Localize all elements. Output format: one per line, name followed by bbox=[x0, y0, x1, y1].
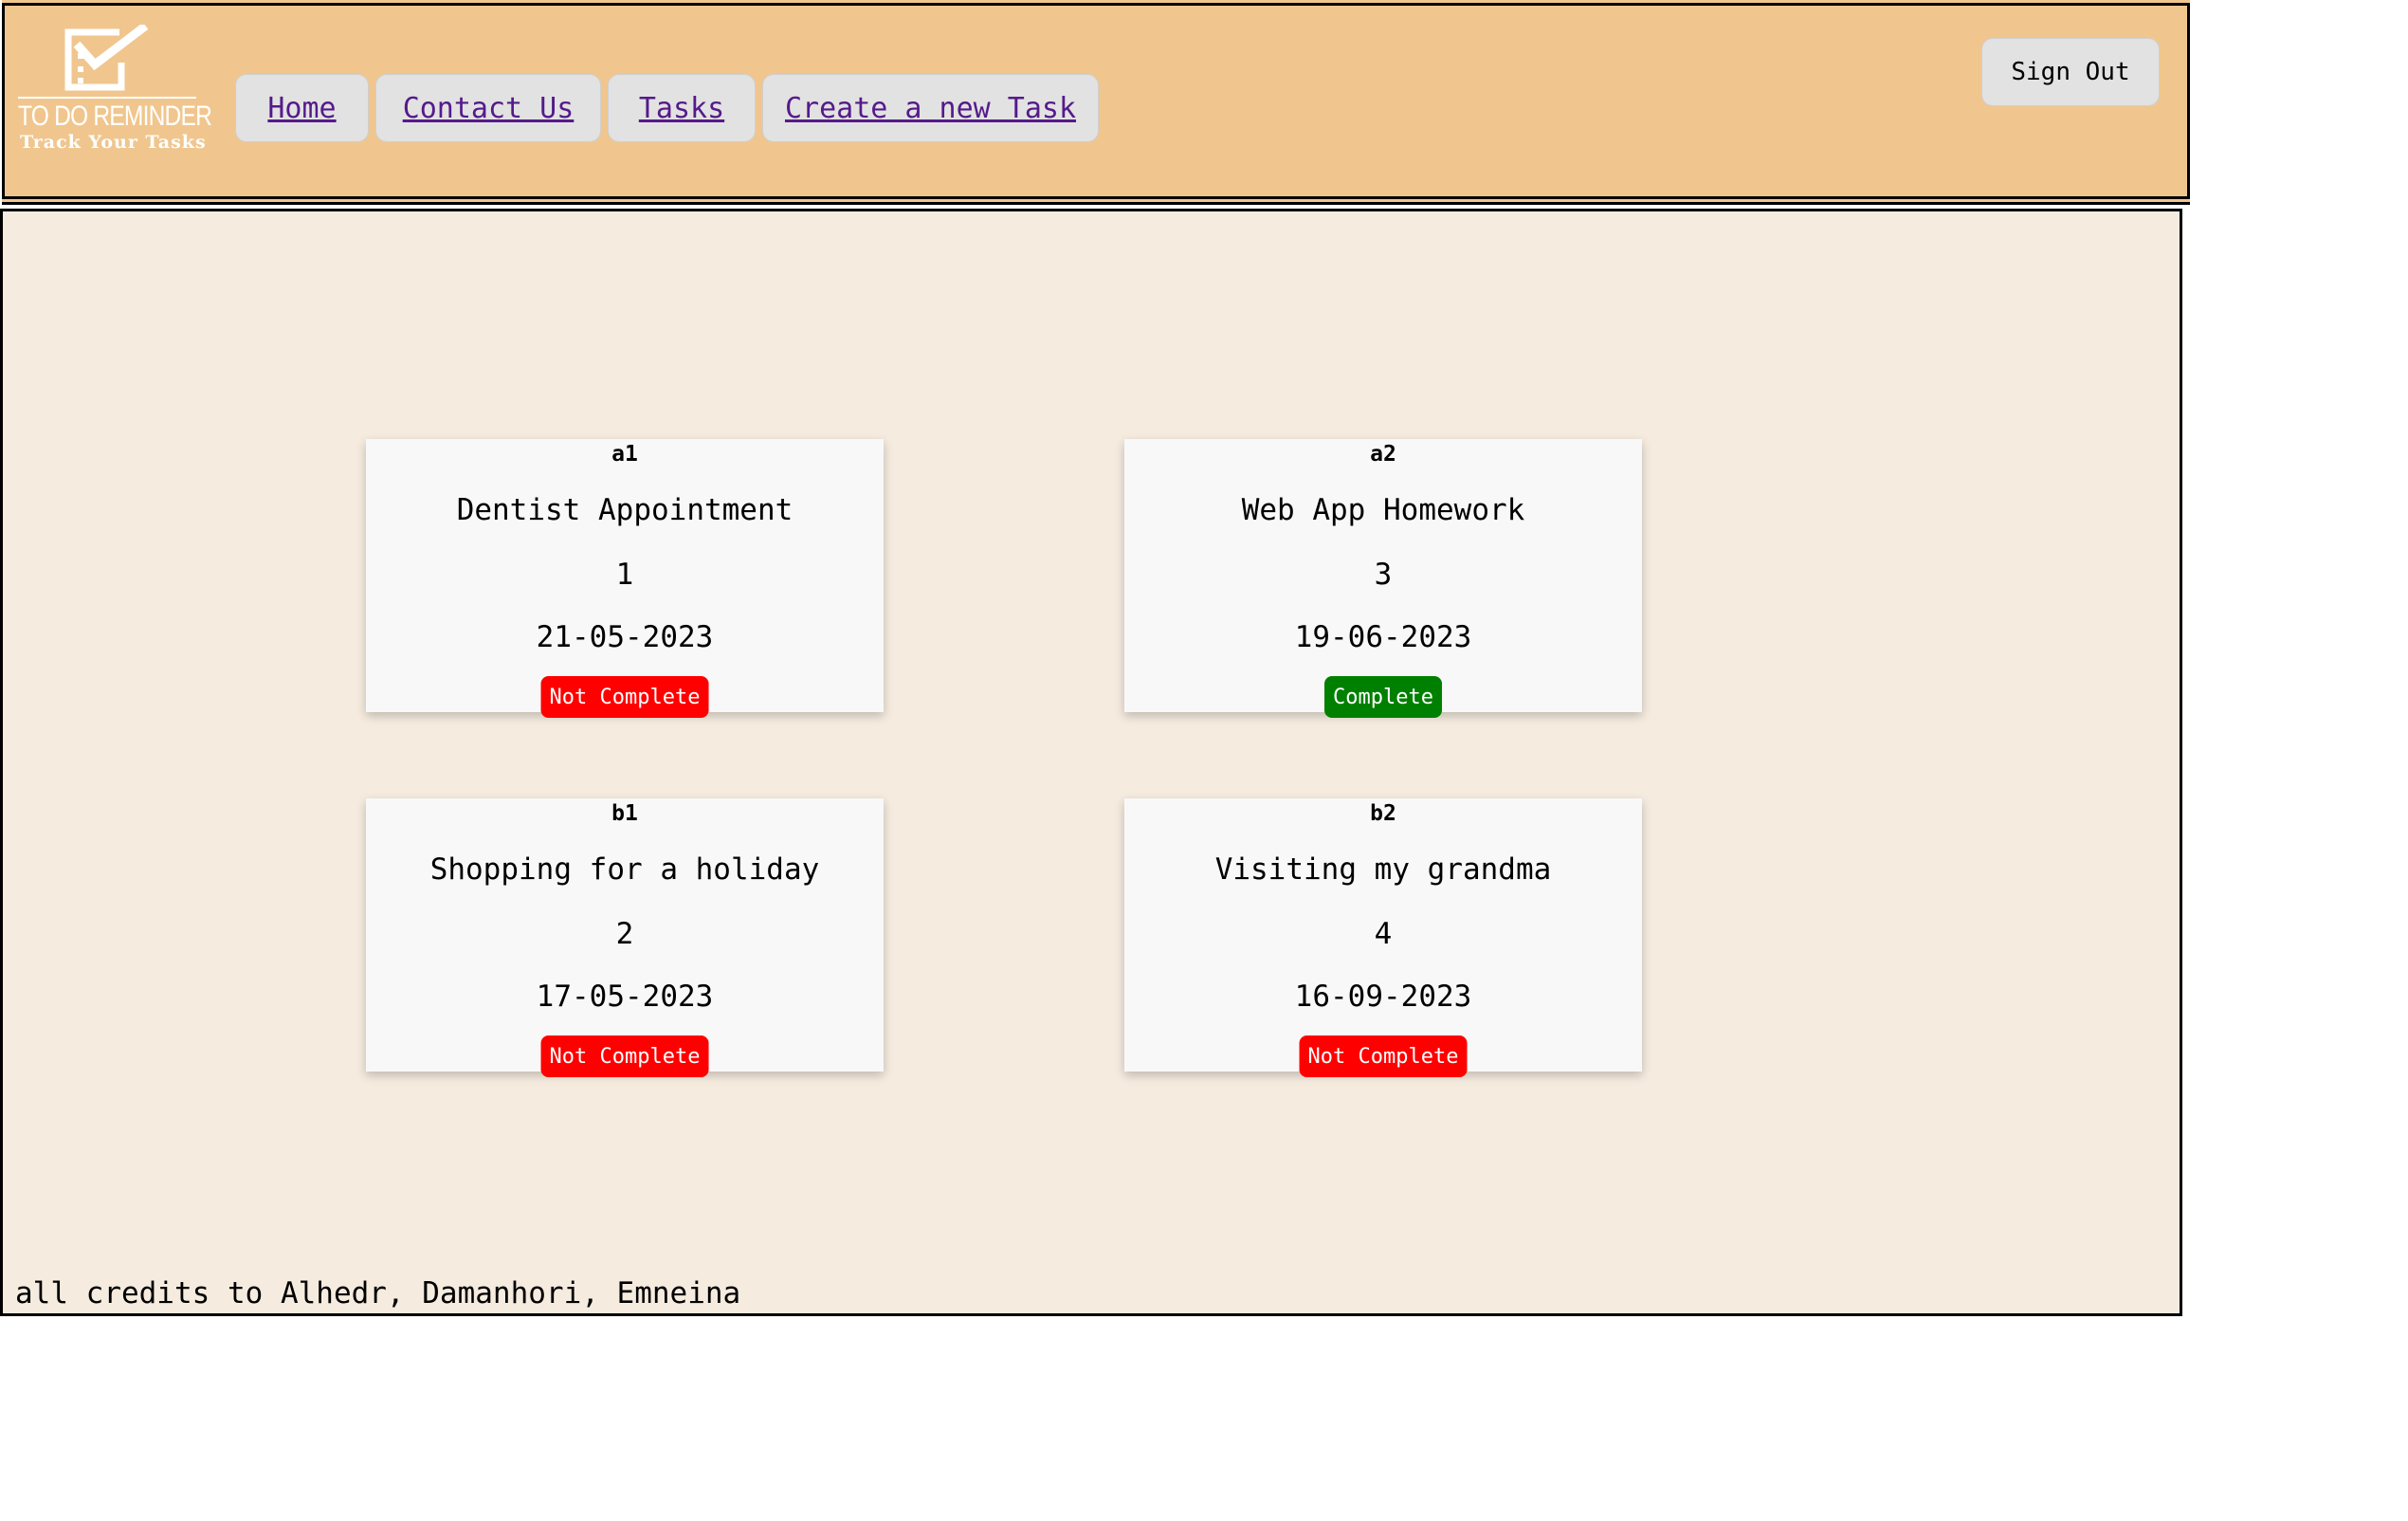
nav-link-home[interactable]: Home bbox=[235, 74, 369, 142]
brand-title: TO DO REMINDER bbox=[18, 101, 212, 132]
status-badge: Not Complete bbox=[540, 1035, 709, 1077]
nav-link-contact-us[interactable]: Contact Us bbox=[375, 74, 601, 142]
task-title: Shopping for a holiday bbox=[429, 852, 820, 887]
task-priority: 3 bbox=[1374, 558, 1393, 592]
task-card[interactable]: b2 Visiting my grandma 4 16-09-2023 Not … bbox=[1124, 798, 1642, 1077]
status-badge: Complete bbox=[1324, 676, 1442, 718]
task-code: b1 bbox=[611, 801, 638, 826]
logo-divider bbox=[18, 97, 196, 99]
site-header: TO DO REMINDER Track Your Tasks Home Con… bbox=[2, 3, 2190, 199]
task-priority: 4 bbox=[1374, 917, 1393, 951]
task-priority: 1 bbox=[615, 558, 634, 592]
task-card[interactable]: a1 Dentist Appointment 1 21-05-2023 Not … bbox=[366, 439, 884, 718]
status-badge: Not Complete bbox=[540, 676, 709, 718]
sign-out-button[interactable]: Sign Out bbox=[1981, 38, 2160, 106]
nav-link-create-task[interactable]: Create a new Task bbox=[762, 74, 1099, 142]
task-date: 17-05-2023 bbox=[536, 980, 714, 1014]
task-title: Dentist Appointment bbox=[456, 493, 794, 527]
task-priority: 2 bbox=[615, 917, 634, 951]
task-title: Visiting my grandma bbox=[1214, 852, 1552, 887]
task-date: 16-09-2023 bbox=[1294, 980, 1472, 1014]
task-title: Web App Homework bbox=[1241, 493, 1525, 527]
task-date: 19-06-2023 bbox=[1294, 620, 1472, 654]
task-code: a1 bbox=[611, 442, 638, 467]
footer-credits: all credits to Alhedr, Damanhori, Emnein… bbox=[15, 1276, 741, 1310]
task-date: 21-05-2023 bbox=[536, 620, 714, 654]
status-badge: Not Complete bbox=[1299, 1035, 1468, 1077]
task-code: b2 bbox=[1370, 801, 1396, 826]
task-code: a2 bbox=[1370, 442, 1396, 467]
nav-link-tasks[interactable]: Tasks bbox=[608, 74, 756, 142]
brand-logo[interactable]: TO DO REMINDER Track Your Tasks bbox=[18, 21, 212, 163]
checkbox-list-icon bbox=[64, 25, 149, 91]
task-card[interactable]: b1 Shopping for a holiday 2 17-05-2023 N… bbox=[366, 798, 884, 1077]
main-content: a1 Dentist Appointment 1 21-05-2023 Not … bbox=[0, 209, 2182, 1316]
task-card[interactable]: a2 Web App Homework 3 19-06-2023 Complet… bbox=[1124, 439, 1642, 718]
brand-subtitle: Track Your Tasks bbox=[20, 132, 207, 153]
